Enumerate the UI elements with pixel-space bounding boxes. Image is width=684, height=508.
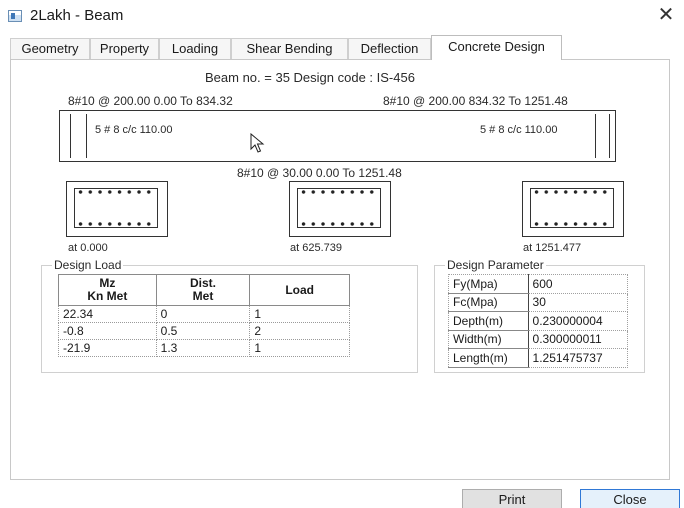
mouse-pointer-icon (250, 133, 265, 153)
beam-right-support-line (609, 114, 610, 158)
close-button[interactable]: Close (580, 489, 680, 508)
design-parameter-title: Design Parameter (445, 258, 546, 272)
cell-dist[interactable]: 0.5 (155, 322, 251, 340)
section-start-label: at 0.000 (68, 242, 108, 254)
param-row[interactable]: Fy(Mpa) 600 (448, 274, 629, 294)
param-value[interactable]: 30 (527, 292, 629, 312)
right-stirrup-label: 5 # 8 c/c 110.00 (480, 124, 558, 136)
param-name: Width(m) (448, 329, 529, 349)
design-parameter-table: Fy(Mpa) 600 Fc(Mpa) 30 Depth(m) 0.230000… (448, 274, 629, 368)
design-load-title: Design Load (52, 258, 124, 272)
col-header-load: Load (249, 274, 350, 306)
design-load-header-row: Mz Kn Met Dist. Met Load (58, 274, 350, 306)
table-row[interactable]: -0.8 0.5 2 (58, 322, 350, 340)
param-name: Depth(m) (448, 311, 529, 331)
cell-dist[interactable]: 0 (155, 305, 251, 323)
table-row[interactable]: 22.34 0 1 (58, 305, 350, 323)
beam-right-inner-line (595, 114, 596, 158)
print-button[interactable]: Print (462, 489, 562, 508)
cell-load[interactable]: 1 (249, 339, 350, 357)
window-close-icon[interactable]: ✕ (656, 4, 676, 26)
design-header: Beam no. = 35 Design code : IS-456 (205, 70, 415, 85)
param-row[interactable]: Depth(m) 0.230000004 (448, 311, 629, 331)
app-window-icon (8, 10, 22, 22)
section-middle (289, 181, 391, 237)
tab-loading[interactable]: Loading (159, 38, 231, 60)
cell-load[interactable]: 2 (249, 322, 350, 340)
col-header-mz: Mz Kn Met (58, 274, 157, 306)
param-value[interactable]: 0.300000011 (527, 329, 629, 349)
param-row[interactable]: Fc(Mpa) 30 (448, 292, 629, 312)
top-right-rebar-label: 8#10 @ 200.00 834.32 To 1251.48 (383, 94, 568, 108)
left-stirrup-label: 5 # 8 c/c 110.00 (95, 124, 173, 136)
beam-left-inner-line (86, 114, 87, 158)
col-header-dist: Dist. Met (155, 274, 251, 306)
beam-elevation (59, 110, 616, 162)
bottom-rebar-label: 8#10 @ 30.00 0.00 To 1251.48 (237, 166, 402, 180)
cell-mz[interactable]: -0.8 (58, 322, 157, 340)
design-load-table: Mz Kn Met Dist. Met Load 22.34 0 1 -0.8 … (58, 274, 350, 357)
param-value[interactable]: 600 (527, 274, 629, 294)
tab-concrete-design[interactable]: Concrete Design (431, 35, 562, 60)
tab-geometry[interactable]: Geometry (10, 38, 90, 60)
top-left-rebar-label: 8#10 @ 200.00 0.00 To 834.32 (68, 94, 233, 108)
param-value[interactable]: 1.251475737 (527, 348, 629, 368)
cell-dist[interactable]: 1.3 (155, 339, 251, 357)
cell-load[interactable]: 1 (249, 305, 350, 323)
param-row[interactable]: Length(m) 1.251475737 (448, 348, 629, 368)
param-value[interactable]: 0.230000004 (527, 311, 629, 331)
cell-mz[interactable]: 22.34 (58, 305, 157, 323)
param-name: Length(m) (448, 348, 529, 368)
tab-deflection[interactable]: Deflection (348, 38, 431, 60)
window-title: 2Lakh - Beam (30, 7, 124, 24)
param-name: Fc(Mpa) (448, 292, 529, 312)
tab-shear-bending[interactable]: Shear Bending (231, 38, 348, 60)
param-row[interactable]: Width(m) 0.300000011 (448, 329, 629, 349)
section-middle-label: at 625.739 (290, 242, 342, 254)
section-start (66, 181, 168, 237)
section-end-label: at 1251.477 (523, 242, 582, 254)
param-name: Fy(Mpa) (448, 274, 529, 294)
title-bar: 2Lakh - Beam ✕ (0, 0, 684, 32)
table-row[interactable]: -21.9 1.3 1 (58, 339, 350, 357)
tab-property[interactable]: Property (90, 38, 159, 60)
cell-mz[interactable]: -21.9 (58, 339, 157, 357)
section-end (522, 181, 624, 237)
beam-left-support-line (70, 114, 71, 158)
